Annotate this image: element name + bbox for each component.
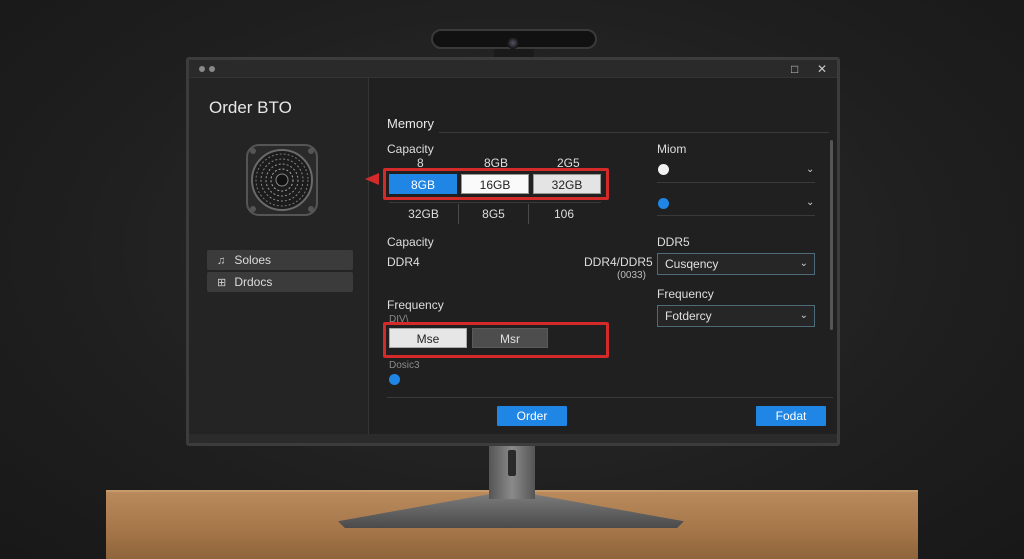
- grid-icon: ⊞: [217, 277, 227, 289]
- memory-type-ddr4-ddr5: DDR4/DDR5: [584, 255, 653, 269]
- highlight-box: [383, 168, 609, 200]
- capacity-cell[interactable]: 8G5: [459, 204, 529, 224]
- capacity-cell[interactable]: 32GB: [389, 204, 459, 224]
- monitor-bezel-bottom: [189, 434, 837, 443]
- frequency-label: Frequency: [387, 298, 444, 312]
- chevron-down-icon: ⌄: [799, 258, 808, 269]
- sidebar: Order BTO ♫ Soloes ⊞ Drdocs: [189, 78, 369, 434]
- monitor: □ ✕ Order BTO ♫ Soloes ⊞ Drdocs Memory C…: [186, 57, 840, 446]
- sidebar-item-label: Soloes: [234, 253, 272, 267]
- divider: [387, 397, 833, 398]
- chevron-down-icon[interactable]: ⌄: [806, 164, 814, 175]
- webcam-lens: [507, 37, 519, 49]
- title-bar: □ ✕: [189, 60, 837, 78]
- close-icon[interactable]: ✕: [817, 61, 827, 77]
- maximize-icon[interactable]: □: [791, 61, 798, 77]
- music-note-icon: ♫: [217, 255, 226, 267]
- sidebar-item-drdocs[interactable]: ⊞ Drdocs: [207, 272, 353, 292]
- monitor-stand-slot: [508, 450, 516, 476]
- radio-selected[interactable]: [389, 374, 400, 385]
- chevron-down-icon: ⌄: [799, 310, 808, 321]
- divider: [657, 215, 815, 216]
- webcam: [431, 29, 597, 49]
- main-panel: Memory Capacity 8 8GB 2G5 8GB 16GB 32GB …: [365, 78, 837, 434]
- radio-selected[interactable]: [658, 198, 669, 209]
- frequency-fragment: Dosic3: [389, 360, 420, 371]
- highlight-arrow-icon: [365, 173, 379, 185]
- divider: [389, 202, 601, 203]
- section-title-memory: Memory: [387, 116, 434, 131]
- select-value: Cusqency: [665, 257, 719, 271]
- capacity-cell[interactable]: 106: [529, 204, 599, 224]
- page-title: Order BTO: [209, 98, 292, 117]
- chevron-down-icon[interactable]: ⌄: [806, 197, 814, 208]
- select-value: Fotdercy: [665, 309, 712, 323]
- secondary-action-button[interactable]: Fodat: [756, 406, 826, 426]
- memory-type-ddr4: DDR4: [387, 255, 420, 269]
- frequency-label-right: Frequency: [657, 287, 714, 301]
- frequency-select-2[interactable]: Fotdercy ⌄: [657, 305, 815, 327]
- miom-label: Miom: [657, 142, 687, 156]
- radio-option[interactable]: [658, 164, 669, 175]
- highlight-box: [383, 322, 609, 358]
- scrollbar[interactable]: [830, 140, 833, 330]
- window-dot[interactable]: [199, 66, 205, 72]
- ddr5-label: DDR5: [657, 235, 690, 249]
- memory-type-code: (0033): [617, 270, 646, 281]
- sidebar-item-soloes[interactable]: ♫ Soloes: [207, 250, 353, 270]
- capacity-label-2: Capacity: [387, 235, 434, 249]
- frequency-select[interactable]: Cusqency ⌄: [657, 253, 815, 275]
- window-dot[interactable]: [209, 66, 215, 72]
- app-window: □ ✕ Order BTO ♫ Soloes ⊞ Drdocs Memory C…: [189, 60, 837, 434]
- memory-fan-image: [246, 144, 318, 216]
- divider: [657, 182, 815, 183]
- order-button[interactable]: Order: [497, 406, 567, 426]
- divider: [439, 132, 829, 133]
- capacity-label: Capacity: [387, 142, 434, 156]
- sidebar-item-label: Drdocs: [234, 275, 273, 289]
